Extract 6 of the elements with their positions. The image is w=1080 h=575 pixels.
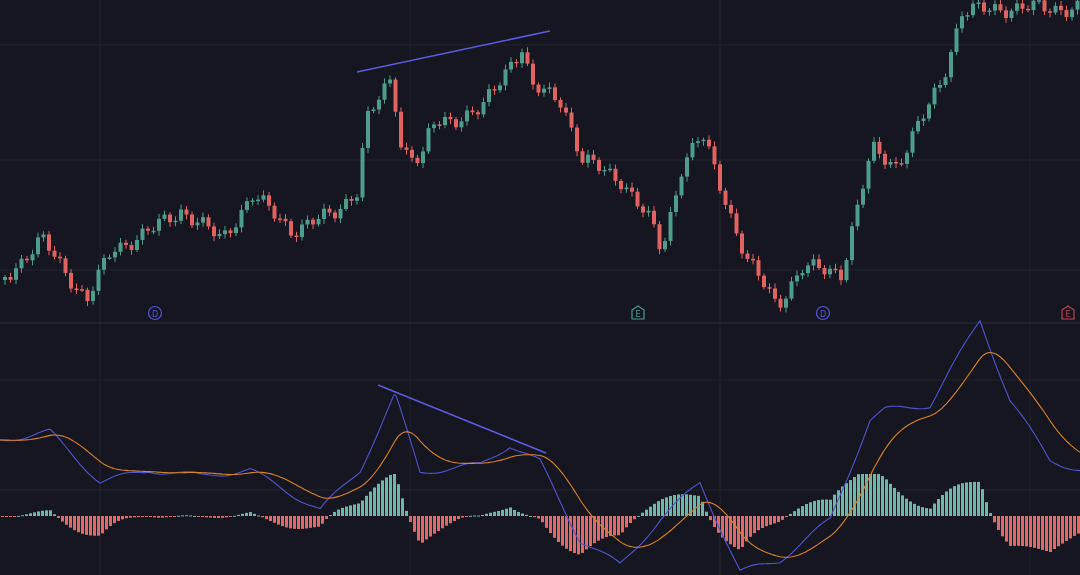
dividend-marker[interactable]: D (815, 305, 831, 321)
trend-line[interactable] (377, 384, 547, 454)
trend-line[interactable] (356, 30, 551, 73)
earnings-marker[interactable]: E (1061, 305, 1075, 320)
dividend-marker[interactable]: D (147, 305, 163, 321)
earnings-marker[interactable]: E (631, 305, 645, 320)
